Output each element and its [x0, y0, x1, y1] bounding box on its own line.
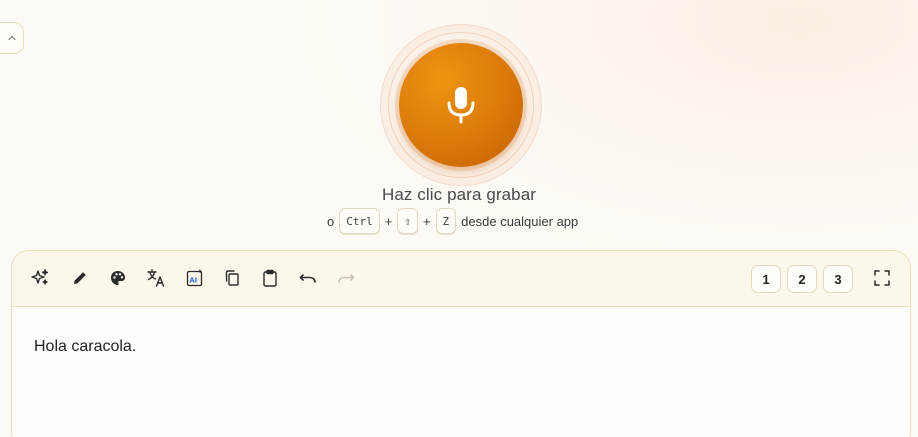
translate-button[interactable] [145, 267, 167, 289]
shortcut-suffix: desde cualquier app [461, 213, 579, 229]
redo-icon [338, 274, 355, 283]
plus-sign: + [384, 213, 393, 229]
ai-image-icon: AI [186, 269, 203, 287]
transcription-editor: AI 1 2 3 Hola caracola. [11, 250, 911, 437]
editor-toolbar: AI 1 2 3 [12, 251, 910, 307]
collapse-button[interactable] [0, 22, 24, 54]
ai-image-button[interactable]: AI [184, 267, 206, 289]
slot-2-button[interactable]: 2 [787, 265, 817, 293]
shortcut-prefix: o [327, 213, 335, 229]
redo-button[interactable] [335, 267, 357, 289]
undo-icon [299, 274, 316, 283]
fullscreen-icon [874, 270, 890, 286]
slot-3-button[interactable]: 3 [823, 265, 853, 293]
translate-icon [147, 269, 165, 287]
copy-icon [225, 270, 239, 286]
svg-text:AI: AI [189, 276, 197, 284]
microphone-icon [447, 87, 475, 124]
copy-button[interactable] [221, 267, 243, 289]
record-title: Haz clic para grabar [381, 185, 537, 204]
pencil-icon [74, 272, 86, 284]
sparkles-button[interactable] [29, 267, 51, 289]
slot-1-button[interactable]: 1 [751, 265, 781, 293]
plus-sign: + [422, 213, 431, 229]
fullscreen-button[interactable] [871, 267, 893, 289]
record-button[interactable] [399, 43, 523, 167]
transcription-text[interactable]: Hola caracola. [34, 338, 136, 356]
sparkles-icon [31, 269, 49, 285]
mic-halo [380, 24, 542, 186]
edit-button[interactable] [69, 267, 91, 289]
clipboard-icon [263, 269, 277, 287]
key-shift: ⇧ [397, 208, 418, 234]
key-z: Z [435, 208, 457, 234]
chevron-up-icon [8, 35, 16, 41]
shortcut-hint: o Ctrl + ⇧ + Z desde cualquier app [327, 208, 578, 234]
undo-button[interactable] [297, 267, 319, 289]
palette-icon [111, 271, 125, 285]
paste-button[interactable] [259, 267, 281, 289]
style-button[interactable] [107, 267, 129, 289]
key-ctrl: Ctrl [339, 208, 380, 234]
